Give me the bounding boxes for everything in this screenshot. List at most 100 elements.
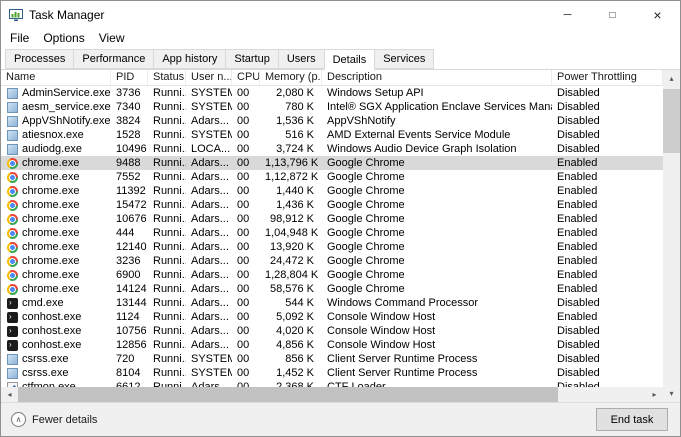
cell-name: chrome.exe xyxy=(1,254,111,268)
minimize-button[interactable]: ─ xyxy=(545,1,590,29)
cell-power-throttling: Disabled xyxy=(552,366,663,380)
menu-item-view[interactable]: View xyxy=(92,29,132,48)
column-header-status[interactable]: Status xyxy=(148,70,186,85)
table-row[interactable]: chrome.exe6900Runni...Adars...001,28,804… xyxy=(1,268,663,282)
cell-memory: 4,020 K xyxy=(260,324,322,338)
cell-user: Adars... xyxy=(186,184,232,198)
tab-users[interactable]: Users xyxy=(278,49,325,69)
tab-performance[interactable]: Performance xyxy=(73,49,154,69)
cell-name: chrome.exe xyxy=(1,282,111,296)
menu-item-file[interactable]: File xyxy=(3,29,36,48)
close-button[interactable]: × xyxy=(635,1,680,29)
cell-pid: 3736 xyxy=(111,86,148,100)
scroll-left-icon[interactable]: ◂ xyxy=(1,387,18,402)
table-row[interactable]: conhost.exe1124Runni...Adars...005,092 K… xyxy=(1,310,663,324)
cell-user: Adars... xyxy=(186,254,232,268)
cell-description: Google Chrome xyxy=(322,226,552,240)
column-header-power-throttling[interactable]: Power Throttling xyxy=(552,70,663,85)
menu-bar: FileOptionsView xyxy=(1,29,680,48)
cell-power-throttling: Enabled xyxy=(552,310,663,324)
table-row[interactable]: chrome.exe3236Runni...Adars...0024,472 K… xyxy=(1,254,663,268)
cell-user: Adars... xyxy=(186,324,232,338)
scroll-up-icon[interactable]: ▴ xyxy=(663,70,680,87)
tab-details[interactable]: Details xyxy=(324,49,376,70)
window-controls: ─ □ × xyxy=(545,1,680,29)
table-row[interactable]: chrome.exe12140Runni...Adars...0013,920 … xyxy=(1,240,663,254)
cell-memory: 1,12,872 K xyxy=(260,170,322,184)
tab-app-history[interactable]: App history xyxy=(153,49,226,69)
cell-pid: 13144 xyxy=(111,296,148,310)
cell-user: Adars... xyxy=(186,380,232,387)
cell-cpu: 00 xyxy=(232,296,260,310)
vertical-scrollbar[interactable]: ▴ ▾ xyxy=(663,70,680,402)
menu-item-options[interactable]: Options xyxy=(36,29,91,48)
cell-memory: 544 K xyxy=(260,296,322,310)
table-row[interactable]: AdminService.exe3736Runni...SYSTEM002,08… xyxy=(1,86,663,100)
cell-memory: 2,368 K xyxy=(260,380,322,387)
cell-power-throttling: Enabled xyxy=(552,212,663,226)
title-bar[interactable]: Task Manager ─ □ × xyxy=(1,1,680,29)
cell-user: LOCA... xyxy=(186,142,232,156)
fewer-details-label: Fewer details xyxy=(32,414,97,426)
cell-description: Client Server Runtime Process xyxy=(322,352,552,366)
vertical-scrollbar-thumb[interactable] xyxy=(663,89,680,153)
cell-cpu: 00 xyxy=(232,240,260,254)
column-header-name[interactable]: Name xyxy=(1,70,111,85)
cell-name: chrome.exe xyxy=(1,184,111,198)
tab-services[interactable]: Services xyxy=(374,49,434,69)
cell-pid: 9488 xyxy=(111,156,148,170)
table-row[interactable]: csrss.exe720Runni...SYSTEM00856 KClient … xyxy=(1,352,663,366)
cell-status: Runni... xyxy=(148,296,186,310)
table-row[interactable]: chrome.exe14124Runni...Adars...0058,576 … xyxy=(1,282,663,296)
tab-startup[interactable]: Startup xyxy=(225,49,278,69)
cell-pid: 6612 xyxy=(111,380,148,387)
scroll-right-icon[interactable]: ▸ xyxy=(646,387,663,402)
cell-pid: 10676 xyxy=(111,212,148,226)
table-row[interactable]: cmd.exe13144Runni...Adars...00544 KWindo… xyxy=(1,296,663,310)
table-row[interactable]: chrome.exe11392Runni...Adars...001,440 K… xyxy=(1,184,663,198)
tab-processes[interactable]: Processes xyxy=(5,49,74,69)
table-row[interactable]: audiodg.exe10496Runni...LOCA...003,724 K… xyxy=(1,142,663,156)
generic-icon xyxy=(7,354,18,365)
table-row[interactable]: csrss.exe8104Runni...SYSTEM001,452 KClie… xyxy=(1,366,663,380)
cell-status: Runni... xyxy=(148,212,186,226)
table-row[interactable]: aesm_service.exe7340Runni...SYSTEM00780 … xyxy=(1,100,663,114)
cell-cpu: 00 xyxy=(232,142,260,156)
end-task-button[interactable]: End task xyxy=(596,408,668,431)
column-header-cpu[interactable]: CPU xyxy=(232,70,260,85)
maximize-button[interactable]: □ xyxy=(590,1,635,29)
fewer-details-toggle[interactable]: ∧ Fewer details xyxy=(11,412,97,427)
table-row[interactable]: atiesnox.exe1528Runni...SYSTEM00516 KAMD… xyxy=(1,128,663,142)
cell-name: aesm_service.exe xyxy=(1,100,111,114)
process-table: NamePIDStatusUser n...CPUMemory (p...Des… xyxy=(1,70,663,402)
generic-icon xyxy=(7,368,18,379)
horizontal-scrollbar-track[interactable] xyxy=(558,387,646,402)
cell-cpu: 00 xyxy=(232,86,260,100)
column-header-user[interactable]: User n... xyxy=(186,70,232,85)
scroll-down-icon[interactable]: ▾ xyxy=(663,385,680,402)
horizontal-scrollbar[interactable]: ◂ ▸ xyxy=(1,387,663,402)
table-row[interactable]: conhost.exe10756Runni...Adars...004,020 … xyxy=(1,324,663,338)
cell-cpu: 00 xyxy=(232,268,260,282)
table-row[interactable]: chrome.exe10676Runni...Adars...0098,912 … xyxy=(1,212,663,226)
cell-description: Console Window Host xyxy=(322,338,552,352)
column-header-pid[interactable]: PID xyxy=(111,70,148,85)
cell-cpu: 00 xyxy=(232,114,260,128)
horizontal-scrollbar-thumb[interactable] xyxy=(18,387,558,402)
column-header-description[interactable]: Description xyxy=(322,70,552,85)
table-row[interactable]: chrome.exe7552Runni...Adars...001,12,872… xyxy=(1,170,663,184)
table-row[interactable]: AppVShNotify.exe3824Runni...Adars...001,… xyxy=(1,114,663,128)
table-row[interactable]: conhost.exe12856Runni...Adars...004,856 … xyxy=(1,338,663,352)
cell-memory: 1,536 K xyxy=(260,114,322,128)
cell-description: Console Window Host xyxy=(322,310,552,324)
table-row[interactable]: chrome.exe15472Runni...Adars...001,436 K… xyxy=(1,198,663,212)
cell-description: Google Chrome xyxy=(322,184,552,198)
cell-pid: 12140 xyxy=(111,240,148,254)
table-row[interactable]: ctfmon.exe6612Runni...Adars...002,368 KC… xyxy=(1,380,663,387)
cell-memory: 1,436 K xyxy=(260,198,322,212)
column-header-memory[interactable]: Memory (p... xyxy=(260,70,322,85)
cell-pid: 11392 xyxy=(111,184,148,198)
chrome-icon xyxy=(7,214,18,225)
table-row[interactable]: chrome.exe444Runni...Adars...001,04,948 … xyxy=(1,226,663,240)
table-row[interactable]: chrome.exe9488Runni...Adars...001,13,796… xyxy=(1,156,663,170)
